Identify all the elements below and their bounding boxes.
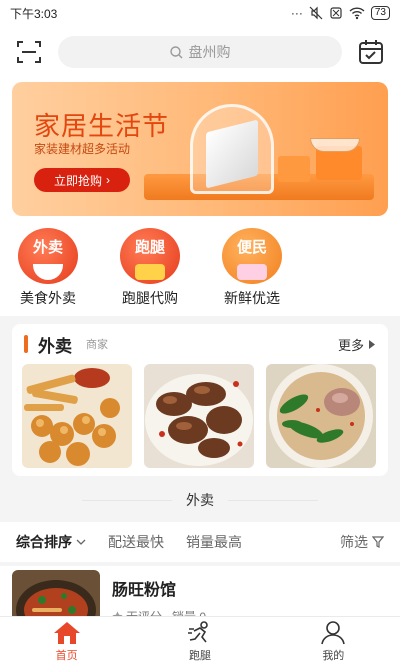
divider-text: 外卖 [186,492,214,508]
sort-top-sales[interactable]: 销量最高 [186,532,242,552]
scan-icon[interactable] [14,37,44,67]
food-delivery-badge: 外卖 [32,239,63,256]
filter-icon [372,536,384,548]
takeaway-section: 外卖 商家 更多 [12,324,388,476]
section-title: 外卖 [38,336,72,356]
food-photo-fried-chicken[interactable] [22,364,132,468]
sort-comprehensive-label: 综合排序 [16,534,72,550]
bowl-icon [33,264,63,280]
errand-icon: 跑腿 [120,228,180,284]
banner-container: 家居生活节 家装建材超多活动 立即抢购 › [0,78,400,224]
filter-label: 筛选 [340,534,368,550]
shop-name: 肠旺粉馆 [112,582,177,599]
tab-profile-label: 我的 [322,649,345,662]
user-icon [321,620,346,644]
runner-icon [187,620,208,642]
wifi-icon [349,7,365,20]
quick-link-fresh[interactable]: 便民 新鲜优选 [220,224,284,316]
sort-comprehensive[interactable]: 综合排序 [16,532,86,552]
search-input[interactable]: 盘州购 [58,36,342,68]
tab-errand-label: 跑腿 [188,649,211,662]
food-photo-braised-pork[interactable] [144,364,254,468]
triangle-right-icon [369,339,375,349]
battery-icon: 73 [370,6,390,20]
header: 盘州购 [0,26,400,78]
home-icon [53,621,80,644]
more-label: 更多 [337,337,364,353]
shopping-bag-icon [135,264,165,280]
shop-meta: 无评分 销量 0 [112,608,206,616]
search-placeholder: 盘州购 [188,44,231,60]
sort-fastest[interactable]: 配送最快 [108,532,164,552]
shop-list-item[interactable]: 肠旺粉馆 无评分 销量 0 [0,566,400,616]
more-link[interactable]: 更多 [338,335,376,354]
status-bar: 下午3:03 ··· 73 [0,0,400,26]
glass-bowl-graphic [310,138,360,152]
tab-errand[interactable]: 跑腿 [133,617,266,666]
quick-link-errand[interactable]: 跑腿 跑腿代购 [118,224,182,316]
tab-home-label: 首页 [55,649,78,662]
buy-now-button[interactable]: 立即抢购 › [34,168,130,192]
divider-line [228,499,318,501]
arrow-right-icon: › [106,173,110,187]
bottom-tab-bar: 首页 跑腿 我的 [0,616,400,666]
tab-profile[interactable]: 我的 [267,617,400,666]
banner-title: 家居生活节 [34,111,170,141]
convenience-icon: 便民 [222,228,282,284]
sort-bar: 综合排序 配送最快 销量最高 筛选 [0,522,400,562]
filter-button[interactable]: 筛选 [340,532,384,552]
errand-label: 跑腿代购 [122,290,178,306]
quick-link-food-delivery[interactable]: 外卖 美食外卖 [16,224,80,316]
buy-now-label: 立即抢购 [53,173,102,188]
food-photos [12,364,388,468]
section-subtitle: 商家 [86,339,108,351]
fresh-label: 新鲜优选 [224,290,280,306]
food-photo-noodle-soup[interactable] [266,364,376,468]
accent-bar [24,335,28,353]
divider-line [82,499,172,501]
status-time: 下午3:03 [10,6,58,21]
section-divider: 外卖 [0,484,400,516]
calendar-icon[interactable] [356,37,386,67]
shop-info: 肠旺粉馆 无评分 销量 0 [112,570,206,616]
search-icon [169,45,182,58]
sim-icon [330,7,342,19]
section-header: 外卖 商家 更多 [12,324,388,364]
signal-dots-icon: ··· [290,6,303,20]
mute-icon [309,6,323,20]
quick-links: 外卖 美食外卖 跑腿 跑腿代购 便民 新鲜优选 [0,224,400,316]
gift-box-icon [237,264,267,280]
status-icons: ··· 73 [291,6,390,20]
tab-home[interactable]: 首页 [0,617,133,666]
food-delivery-label: 美食外卖 [20,290,76,306]
chevron-down-icon [76,539,86,545]
shop-thumbnail [12,570,100,616]
shop-rating: 无评分 [112,608,162,616]
food-delivery-icon: 外卖 [18,228,78,284]
errand-badge: 跑腿 [134,239,165,256]
convenience-badge: 便民 [236,239,267,256]
box-graphic [278,156,310,182]
banner-subtitle: 家装建材超多活动 [34,142,131,156]
promo-banner[interactable]: 家居生活节 家装建材超多活动 立即抢购 › [12,82,388,216]
shop-sales: 销量 0 [172,608,206,616]
shop-rating-text: 无评分 [126,608,162,616]
